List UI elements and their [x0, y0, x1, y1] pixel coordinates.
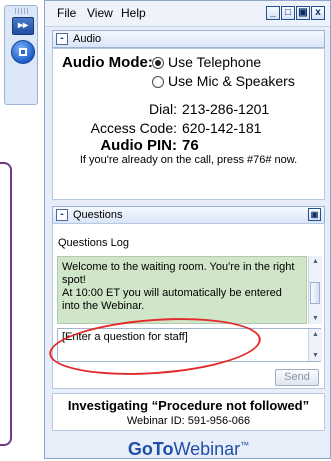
screen-share-button[interactable]	[11, 40, 35, 64]
audio-section-title: Audio	[73, 33, 102, 45]
scroll-down-icon[interactable]: ▼	[309, 313, 322, 324]
use-telephone-label[interactable]: Use Telephone	[168, 54, 261, 70]
audio-pin-label: Audio PIN:	[100, 137, 177, 154]
log-scrollbar[interactable]: ▲ ▼	[308, 256, 322, 324]
scroll-thumb[interactable]	[310, 282, 320, 304]
webinar-title: Investigating “Procedure not followed”	[67, 398, 310, 413]
maximize-button[interactable]: ▣	[296, 6, 310, 20]
collapse-minus-icon[interactable]: -	[56, 209, 68, 221]
menu-bar: File View Help _ □ ▣ x	[45, 1, 330, 27]
already-on-call-note: If you're already on the call, press #76…	[79, 154, 298, 166]
use-mic-speakers-label[interactable]: Use Mic & Speakers	[168, 73, 295, 89]
webinar-id: Webinar ID: 591-956-066	[126, 415, 251, 427]
input-scrollbar[interactable]: ▲ ▼	[308, 329, 322, 361]
scroll-up-icon[interactable]: ▲	[309, 256, 322, 267]
collapse-minus-icon[interactable]: -	[56, 33, 68, 45]
questions-log[interactable]: Welcome to the waiting room. You're in t…	[57, 256, 307, 324]
send-button[interactable]: Send	[275, 369, 319, 386]
webinar-info: Investigating “Procedure not followed” W…	[52, 393, 325, 431]
audio-mode-label: Audio Mode:	[62, 54, 153, 71]
restore-button[interactable]: □	[281, 6, 295, 20]
audio-section-header[interactable]: - Audio	[52, 30, 325, 48]
questions-section-title: Questions	[73, 209, 123, 221]
purple-callout-frame	[0, 162, 12, 446]
dial-label: Dial:	[148, 101, 177, 117]
questions-section: Questions Log Welcome to the waiting roo…	[47, 223, 325, 389]
toolstrip-grip[interactable]	[15, 8, 29, 14]
use-mic-speakers-radio[interactable]	[152, 76, 164, 88]
access-code-value: 620-142-181	[182, 120, 262, 136]
expand-panel-button[interactable]: ▸▸	[12, 17, 34, 35]
audio-section: Audio Mode: Use Telephone Use Mic & Spea…	[52, 48, 325, 200]
menu-help[interactable]: Help	[121, 6, 146, 20]
brand-tm: ™	[240, 440, 250, 450]
brand-goto: GoTo	[127, 439, 174, 459]
menu-view[interactable]: View	[87, 6, 113, 20]
scroll-up-icon[interactable]: ▲	[309, 329, 322, 340]
audio-pin-value: 76	[182, 137, 199, 154]
control-toolstrip: ▸▸	[4, 5, 38, 105]
brand-webinar: Webinar	[173, 439, 241, 459]
minimize-button[interactable]: _	[266, 6, 280, 20]
dial-number: 213-286-1201	[182, 101, 270, 117]
access-code-label: Access Code:	[90, 120, 177, 136]
close-button[interactable]: x	[311, 6, 325, 20]
double-arrow-icon: ▸▸	[17, 20, 29, 31]
webinar-control-panel: File View Help _ □ ▣ x - Audio Audio Mod…	[44, 0, 331, 459]
gotowebinar-logo: GoToWebinar™	[52, 433, 325, 459]
popout-icon[interactable]: ▣	[308, 208, 321, 221]
questions-log-label: Questions Log	[58, 237, 129, 249]
questions-section-header[interactable]: - Questions ▣	[52, 206, 325, 224]
menu-file[interactable]: File	[57, 6, 76, 20]
use-telephone-radio[interactable]	[152, 57, 164, 69]
log-message: Welcome to the waiting room. You're in t…	[62, 261, 295, 312]
screen-square-icon	[19, 48, 27, 56]
scroll-down-icon[interactable]: ▼	[309, 350, 322, 361]
